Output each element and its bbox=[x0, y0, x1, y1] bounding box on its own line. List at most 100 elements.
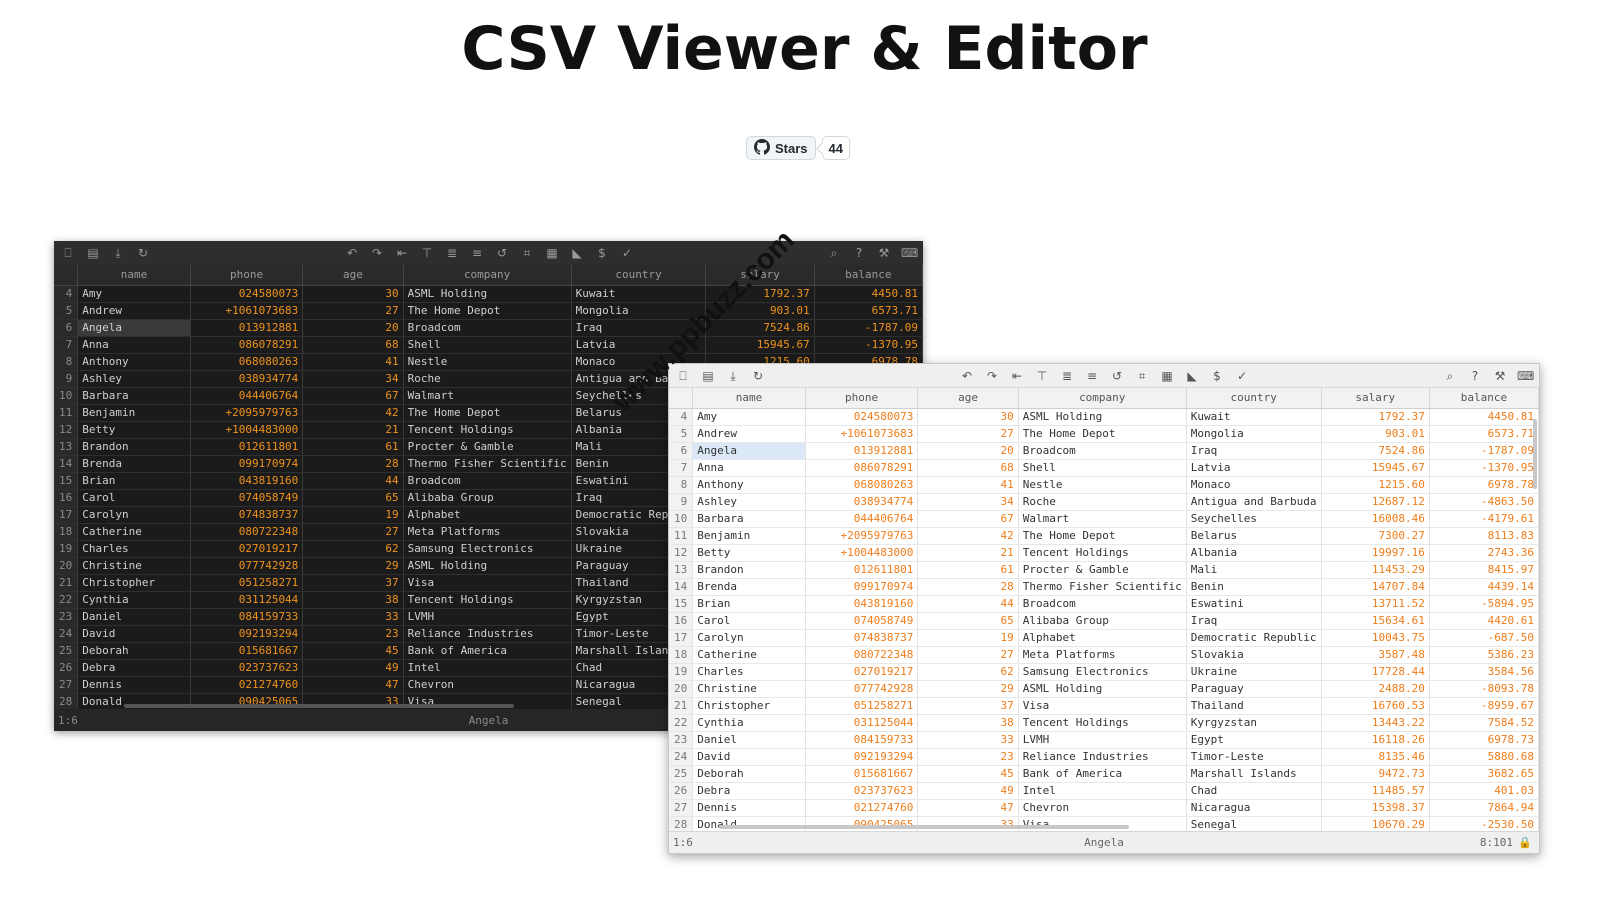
cell-name[interactable]: Dennis bbox=[77, 676, 191, 694]
cell-age[interactable]: 62 bbox=[917, 663, 1019, 681]
cell-company[interactable]: Reliance Industries bbox=[403, 625, 572, 643]
cell-salary[interactable]: 11485.57 bbox=[1321, 782, 1430, 800]
cell-company[interactable]: Thermo Fisher Scientific bbox=[1018, 578, 1187, 596]
row-number[interactable]: 19 bbox=[669, 663, 694, 681]
cell-phone[interactable]: 023737623 bbox=[190, 659, 304, 677]
table-row[interactable]: 20 Christine 077742928 29 ASML Holding Paragu… bbox=[669, 680, 1539, 698]
cell-company[interactable]: Chevron bbox=[403, 676, 572, 694]
cell-salary[interactable]: 14707.84 bbox=[1321, 578, 1430, 596]
cell-balance[interactable]: 4450.81 bbox=[814, 285, 923, 303]
cell-name[interactable]: Betty bbox=[692, 544, 806, 562]
table-row[interactable]: 11 Benjamin +2095979763 42 The Home Depot Bel… bbox=[669, 527, 1539, 545]
row-number[interactable]: 26 bbox=[54, 659, 79, 677]
cell-name[interactable]: Barbara bbox=[692, 510, 806, 528]
cell-salary[interactable]: 2488.20 bbox=[1321, 680, 1430, 698]
row-number[interactable]: 26 bbox=[669, 782, 694, 800]
cell-name[interactable]: David bbox=[692, 748, 806, 766]
cell-phone[interactable]: 074838737 bbox=[190, 506, 304, 524]
dollar-icon[interactable]: $ bbox=[594, 245, 610, 261]
cell-company[interactable]: Bank of America bbox=[1018, 765, 1187, 783]
row-number[interactable]: 25 bbox=[669, 765, 694, 783]
cell-phone[interactable]: 084159733 bbox=[190, 608, 304, 626]
cell-balance[interactable]: 401.03 bbox=[1429, 782, 1539, 800]
cell-company[interactable]: Intel bbox=[403, 659, 572, 677]
cell-age[interactable]: 34 bbox=[302, 370, 404, 388]
row-number[interactable]: 14 bbox=[54, 455, 79, 473]
cell-name[interactable]: Benjamin bbox=[77, 404, 191, 422]
cell-age[interactable]: 38 bbox=[917, 714, 1019, 732]
row-number[interactable]: 24 bbox=[669, 748, 694, 766]
cell-country[interactable]: Antigua and Barbuda bbox=[1186, 493, 1322, 511]
row-number[interactable]: 8 bbox=[54, 353, 79, 371]
row-number[interactable]: 6 bbox=[669, 442, 694, 460]
cell-country[interactable]: Kuwait bbox=[571, 285, 707, 303]
cell-country[interactable]: Chad bbox=[1186, 782, 1322, 800]
cell-phone[interactable]: 080722348 bbox=[190, 523, 304, 541]
cell-name[interactable]: Daniel bbox=[692, 731, 806, 749]
cell-balance[interactable]: 2743.36 bbox=[1429, 544, 1539, 562]
table-row[interactable]: 4 Amy 024580073 30 ASML Holding Kuwait 1792.37… bbox=[669, 408, 1539, 426]
cell-age[interactable]: 45 bbox=[917, 765, 1019, 783]
column-header-salary[interactable]: salary bbox=[1321, 388, 1430, 409]
row-number[interactable]: 21 bbox=[54, 574, 79, 592]
horizontal-scrollbar[interactable] bbox=[719, 825, 1129, 829]
row-number[interactable]: 4 bbox=[669, 408, 694, 426]
cell-company[interactable]: Roche bbox=[403, 370, 572, 388]
table-row[interactable]: 19 Charles 027019217 62 Samsung Electronics U… bbox=[669, 663, 1539, 681]
table-row[interactable]: 12 Betty +1004483000 21 Tencent Holdings Alba… bbox=[669, 544, 1539, 562]
cell-company[interactable]: LVMH bbox=[403, 608, 572, 626]
cell-name[interactable]: Carolyn bbox=[692, 629, 806, 647]
cell-phone[interactable]: 013912881 bbox=[805, 442, 919, 460]
triangle-ruler-icon[interactable]: ◣ bbox=[1184, 368, 1200, 384]
row-number[interactable]: 20 bbox=[54, 557, 79, 575]
table-row[interactable]: 13 Brandon 012611801 61 Procter & Gamble Mali… bbox=[669, 561, 1539, 579]
cell-age[interactable]: 20 bbox=[917, 442, 1019, 460]
new-file-icon[interactable]: ⎕ bbox=[60, 245, 76, 261]
row-number[interactable]: 6 bbox=[54, 319, 79, 337]
row-number[interactable]: 13 bbox=[669, 561, 694, 579]
cell-name[interactable]: Angela bbox=[77, 319, 191, 337]
cell-company[interactable]: Broadcom bbox=[1018, 442, 1187, 460]
cell-balance[interactable]: -8959.67 bbox=[1429, 697, 1539, 715]
cell-phone[interactable]: 084159733 bbox=[805, 731, 919, 749]
cell-phone[interactable]: 092193294 bbox=[190, 625, 304, 643]
column-header-balance[interactable]: balance bbox=[814, 265, 923, 286]
cell-age[interactable]: 38 bbox=[302, 591, 404, 609]
cell-country[interactable]: Mali bbox=[1186, 561, 1322, 579]
cell-age[interactable]: 37 bbox=[302, 574, 404, 592]
keyboard-icon[interactable]: ⌨ bbox=[901, 245, 918, 261]
cell-company[interactable]: Tencent Holdings bbox=[1018, 714, 1187, 732]
table-row[interactable]: 26Debra02373762349IntelChad11485.57401.0… bbox=[669, 782, 1539, 800]
cell-phone[interactable]: +2095979763 bbox=[805, 527, 919, 545]
cell-phone[interactable]: +2095979763 bbox=[190, 404, 304, 422]
cell-name[interactable]: Deborah bbox=[77, 642, 191, 660]
cell-phone[interactable]: 099170974 bbox=[190, 455, 304, 473]
cell-salary[interactable]: 15945.67 bbox=[1321, 459, 1430, 477]
help-icon[interactable]: ? bbox=[851, 245, 867, 261]
cell-salary[interactable]: 12687.12 bbox=[1321, 493, 1430, 511]
cell-age[interactable]: 19 bbox=[302, 506, 404, 524]
row-number[interactable]: 16 bbox=[54, 489, 79, 507]
cell-salary[interactable]: 16008.46 bbox=[1321, 510, 1430, 528]
cell-name[interactable]: Andrew bbox=[692, 425, 806, 443]
cell-company[interactable]: The Home Depot bbox=[403, 302, 572, 320]
github-stars-widget[interactable]: Stars 44 bbox=[746, 136, 850, 160]
cell-balance[interactable]: -687.50 bbox=[1429, 629, 1539, 647]
cell-salary[interactable]: 16118.26 bbox=[1321, 731, 1430, 749]
filter-icon[interactable]: ≣ bbox=[444, 245, 460, 261]
row-number[interactable]: 5 bbox=[54, 302, 79, 320]
cell-company[interactable]: Walmart bbox=[403, 387, 572, 405]
cell-company[interactable]: Nestle bbox=[1018, 476, 1187, 494]
table-row[interactable]: 18 Catherine 080722348 27 Meta Platforms Slov… bbox=[669, 646, 1539, 664]
lock-icon[interactable]: 🔒 bbox=[1517, 835, 1533, 851]
cell-age[interactable]: 44 bbox=[302, 472, 404, 490]
cell-age[interactable]: 29 bbox=[917, 680, 1019, 698]
row-number[interactable]: 23 bbox=[669, 731, 694, 749]
row-number[interactable]: 5 bbox=[669, 425, 694, 443]
cell-phone[interactable]: +1061073683 bbox=[190, 302, 304, 320]
cell-name[interactable]: Carol bbox=[692, 612, 806, 630]
cell-company[interactable]: ASML Holding bbox=[1018, 408, 1187, 426]
table-row[interactable]: 14 Brenda 099170974 28 Thermo Fisher Scienti… bbox=[669, 578, 1539, 596]
cell-name[interactable]: Andrew bbox=[77, 302, 191, 320]
cell-name[interactable]: Brandon bbox=[692, 561, 806, 579]
